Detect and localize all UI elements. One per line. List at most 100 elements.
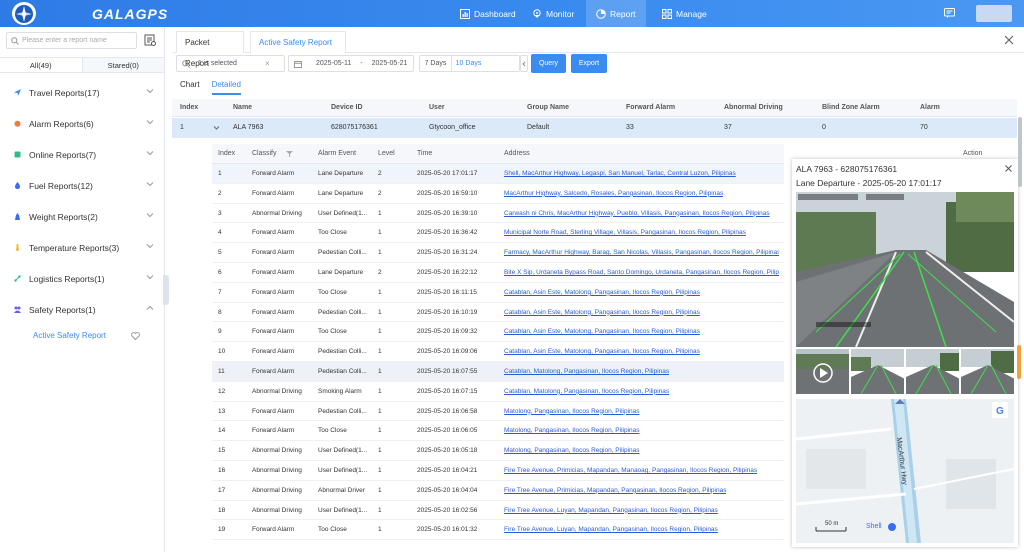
tab-active-safety-report[interactable]: Active Safety Report × <box>250 31 346 68</box>
cell-address[interactable]: Catablan, Asin Este, Matolong, Pangasina… <box>504 309 700 316</box>
nav-dashboard[interactable]: Dashboard <box>450 0 526 27</box>
message-icon[interactable] <box>944 8 955 18</box>
cell-address[interactable]: Carwash ni Chris, MacArthur Highway, Pue… <box>504 210 770 217</box>
cell-level: 1 <box>378 249 382 257</box>
date-range-picker[interactable]: 2025-05-11 - 2025-05-21 <box>288 55 414 72</box>
favorite-heart-icon[interactable] <box>131 332 140 340</box>
list-settings-icon[interactable] <box>144 34 156 46</box>
export-button[interactable]: Export <box>571 54 607 73</box>
sidebar-item-label: Alarm Reports(6) <box>29 118 94 129</box>
table-scrollbar[interactable] <box>1018 117 1022 187</box>
cell-index: 13 <box>218 407 226 415</box>
cell-address[interactable]: Catablan, Asin Este, Matolong, Pangasina… <box>504 328 700 335</box>
sidebar-collapse-handle[interactable] <box>163 275 169 305</box>
table-row[interactable]: 15 Abnormal Driving User Defined(1... 1 2025… <box>212 441 784 461</box>
table-row[interactable]: 1 Forward Alarm Lane Departure 2 2025-05-20 … <box>212 164 784 184</box>
nav-monitor[interactable]: Monitor <box>522 0 584 27</box>
table-row[interactable]: 3 Abnormal Driving User Defined(1... 1 2025-… <box>212 204 784 224</box>
sidebar-item-safety[interactable]: Safety Reports(1) <box>0 294 164 325</box>
table-row[interactable]: 14 Forward Alarm Too Close 1 2025-05-20 16:0… <box>212 421 784 442</box>
table-row[interactable]: 2 Forward Alarm Lane Departure 2 2025-05-20 … <box>212 184 784 204</box>
cell-address[interactable]: Catablan, Matolong, Pangasinan, Ilocos R… <box>504 388 669 395</box>
cell-address[interactable]: Shell, MacArthur Highway, Legaspi, San M… <box>504 170 736 177</box>
table-row[interactable]: 9 Forward Alarm Too Close 1 2025-05-20 16:09… <box>212 322 784 343</box>
cell-address[interactable]: Catablan, Asin Este, Matolong, Pangasina… <box>504 348 700 355</box>
user-avatar[interactable] <box>976 5 1012 22</box>
table-row[interactable]: 17 Abnormal Driving Abnormal Driver 1 2025-0… <box>212 481 784 501</box>
table-row[interactable]: 12 Abnormal Driving Smoking Alarm 1 2025-05-… <box>212 382 784 402</box>
table-row[interactable]: 7 Forward Alarm Too Close 1 2025-05-20 16:11… <box>212 283 784 303</box>
table-row[interactable]: 10 Forward Alarm Pedestian Colli... 1 2025-0… <box>212 342 784 362</box>
tab-all[interactable]: All(49) <box>0 58 83 72</box>
logo <box>12 2 36 25</box>
cell-alarm-event: Lane Departure <box>318 189 364 197</box>
table-row[interactable]: 19 Forward Alarm Too Close 1 2025-05-20 16:0… <box>212 520 784 541</box>
nav-report[interactable]: Report <box>586 0 646 27</box>
cell-address[interactable]: Fire Tree Avenue, Primicias, Mapandan, P… <box>504 487 726 494</box>
table-row[interactable]: 1 ALA 7963 628075176361 Gtycoon_office D… <box>172 118 1017 138</box>
tab-detailed[interactable]: Detailed <box>211 80 241 95</box>
page-scrollbar[interactable] <box>1017 345 1021 379</box>
range-10-days[interactable]: 10 Days <box>452 56 485 71</box>
table-row[interactable]: 5 Forward Alarm Pedestian Colli... 1 2025-05… <box>212 243 784 263</box>
cell-blind-zone: 0 <box>822 124 826 131</box>
cell-address[interactable]: Catablan, Asin Este, Matolong, Pangasina… <box>504 289 700 296</box>
sidebar-item-travel[interactable]: Travel Reports(17) <box>0 77 164 108</box>
table-row[interactable]: 16 Abnormal Driving User Defined(1... 1 2025… <box>212 461 784 481</box>
table-row[interactable]: 18 Abnormal Driving User Defined(1... 1 2025… <box>212 501 784 521</box>
cell-time: 2025-05-20 16:11:15 <box>417 288 477 296</box>
close-icon[interactable] <box>1004 35 1014 45</box>
location-map[interactable]: G MacArthur Hwy 50 m Shell <box>796 399 1014 543</box>
sidebar-item-online[interactable]: Online Reports(7) <box>0 139 164 170</box>
cell-address[interactable]: Catablan, Matolong, Pangasinan, Ilocos R… <box>504 368 669 375</box>
thumbnail[interactable] <box>796 349 849 394</box>
sidebar-item-logistics[interactable]: Logistics Reports(1) <box>0 263 164 294</box>
cell-address[interactable]: Farmacy, MacArthur Highway, Barag, San N… <box>504 249 779 256</box>
chevron-down-icon[interactable] <box>213 125 220 131</box>
device-select[interactable]: 1 is selected <box>176 55 285 72</box>
table-row[interactable]: 11 Forward Alarm Pedestian Colli... 1 2025-0… <box>212 362 784 382</box>
sidebar-item-weight[interactable]: Weight Reports(2) <box>0 201 164 232</box>
thumbnail[interactable] <box>851 349 904 394</box>
cell-address[interactable]: Fire Tree Avenue, Luyan, Mapandan, Panga… <box>504 507 718 514</box>
cell-address[interactable]: Matolong, Pangasinan, Ilocos Region, Pil… <box>504 408 640 415</box>
cell-address[interactable]: MacArthur Highway, Salcedo, Rosales, Pan… <box>504 190 723 197</box>
filter-icon[interactable] <box>286 151 293 157</box>
range-7-days[interactable]: 7 Days <box>420 56 452 71</box>
sidebar-subitem-active-safety-report[interactable]: Active Safety Report <box>33 331 106 340</box>
sidebar-item-temperature[interactable]: Temperature Reports(3) <box>0 232 164 263</box>
tab-chart[interactable]: Chart <box>180 80 200 95</box>
table-row[interactable]: 4 Forward Alarm Too Close 1 2025-05-20 16:36… <box>212 223 784 244</box>
sidebar-item-fuel[interactable]: Fuel Reports(12) <box>0 170 164 201</box>
cell-level: 1 <box>378 427 382 435</box>
table-row[interactable]: 13 Forward Alarm Pedestian Colli... 1 2025-0… <box>212 402 784 422</box>
close-icon[interactable] <box>1005 165 1012 172</box>
cell-address[interactable]: Municipal Norte Road, Sterling Village, … <box>504 229 746 236</box>
table-row[interactable]: 6 Forward Alarm Lane Departure 2 2025-05-20 … <box>212 263 784 283</box>
column-header: Forward Alarm <box>626 104 676 111</box>
sidebar-item-alarm[interactable]: Alarm Reports(6) <box>0 108 164 139</box>
cell-address[interactable]: Fire Tree Avenue, Luyan, Mapandan, Panga… <box>504 526 718 533</box>
sidebar-item-label: Fuel Reports(12) <box>29 180 93 191</box>
cell-alarm-event: User Defined(1... <box>318 467 368 474</box>
nav-label: Monitor <box>546 8 575 19</box>
nav-manage[interactable]: Manage <box>652 0 717 27</box>
tab-packet-report[interactable]: Packet Report <box>176 31 244 68</box>
cell-level: 1 <box>378 348 382 356</box>
alarm-video-frame[interactable] <box>796 192 1014 347</box>
query-button[interactable]: Query <box>531 54 566 73</box>
column-header: Alarm <box>920 104 940 111</box>
cell-level: 1 <box>378 368 382 375</box>
range-scroll-left[interactable] <box>520 55 528 72</box>
cell-address[interactable]: Matolong, Pangasinan, Ilocos Region, Pil… <box>504 447 640 454</box>
cell-address[interactable]: Matolong, Pangasinan, Ilocos Region, Pil… <box>504 427 640 434</box>
cell-address[interactable]: Bite X Sip, Urdaneta Bypass Road, Santo … <box>504 269 779 276</box>
cell-address[interactable]: Fire Tree Avenue, Primicias, Mapandan, M… <box>504 467 757 474</box>
thumbnail[interactable] <box>906 349 959 394</box>
tab-stared[interactable]: Stared(0) <box>82 58 164 72</box>
map-poi-label: Shell <box>866 523 882 530</box>
table-row[interactable]: 8 Forward Alarm Pedestian Colli... 1 2025-05… <box>212 303 784 323</box>
thumbnail-image <box>906 349 959 394</box>
report-search-input[interactable]: Please enter a report name <box>6 32 137 49</box>
thumbnail[interactable] <box>961 349 1014 394</box>
